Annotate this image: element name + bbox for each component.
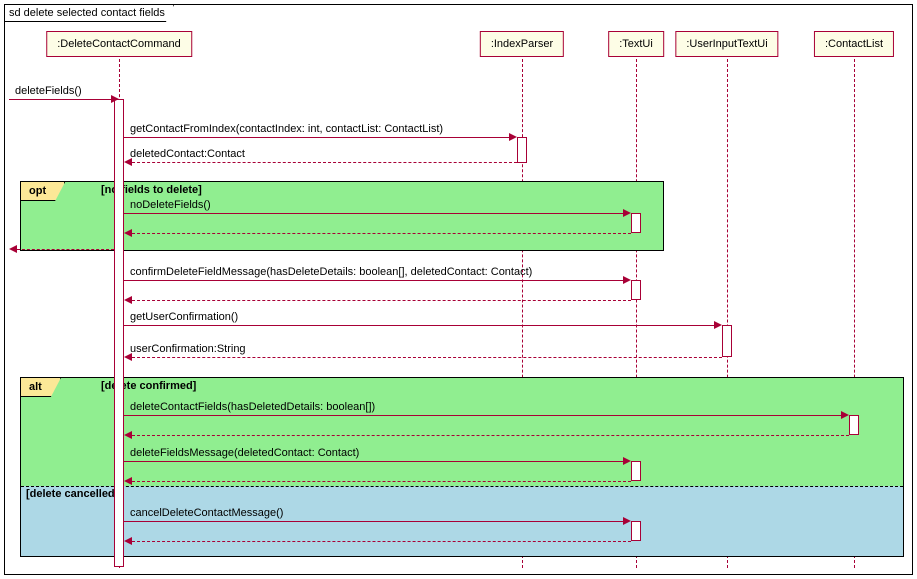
participant-delete-contact-command: :DeleteContactCommand xyxy=(46,31,192,57)
message-label: deleteFieldsMessage(deletedContact: Cont… xyxy=(128,447,361,459)
message-no-delete-fields: noDeleteFields() xyxy=(124,201,631,217)
participant-index-parser: :IndexParser xyxy=(480,31,564,57)
message-cancel-delete: cancelDeleteContactMessage() xyxy=(124,509,631,525)
message-return-deleted-contact: deletedContact:Contact xyxy=(124,150,517,166)
diagram-title: sd delete selected contact fields xyxy=(5,5,174,22)
message-return xyxy=(124,288,631,304)
message-delete-fields: deleteFields() xyxy=(9,87,119,103)
fragment-opt-label: opt xyxy=(21,182,65,201)
activation-bar xyxy=(517,137,527,163)
participant-user-input-text-ui: :UserInputTextUi xyxy=(675,31,778,57)
activation-bar xyxy=(631,521,641,541)
message-return-user-confirmation: userConfirmation:String xyxy=(124,345,722,361)
message-label: cancelDeleteContactMessage() xyxy=(128,507,285,519)
participant-text-ui: :TextUi xyxy=(608,31,664,57)
message-return-external xyxy=(9,237,114,253)
message-get-contact-from-index: getContactFromIndex(contactIndex: int, c… xyxy=(124,125,517,141)
message-return xyxy=(124,529,631,545)
message-label: deleteContactFields(hasDeletedDetails: b… xyxy=(128,401,377,413)
activation-bar xyxy=(631,461,641,481)
message-return xyxy=(124,221,631,237)
activation-bar xyxy=(631,280,641,300)
message-delete-fields-message: deleteFieldsMessage(deletedContact: Cont… xyxy=(124,449,631,465)
activation-bar xyxy=(722,325,732,357)
message-label: deleteFields() xyxy=(13,85,84,97)
message-get-user-confirmation: getUserConfirmation() xyxy=(124,313,722,329)
sequence-diagram-frame: sd delete selected contact fields :Delet… xyxy=(4,4,913,575)
message-label: getUserConfirmation() xyxy=(128,311,240,323)
message-return xyxy=(124,423,849,439)
message-label: userConfirmation:String xyxy=(128,343,248,355)
message-return xyxy=(124,469,631,485)
message-delete-contact-fields: deleteContactFields(hasDeletedDetails: b… xyxy=(124,403,849,419)
fragment-alt-guard-2: [delete cancelled] xyxy=(26,488,118,500)
message-label: deletedContact:Contact xyxy=(128,148,247,160)
message-confirm-delete-field: confirmDeleteFieldMessage(hasDeleteDetai… xyxy=(124,268,631,284)
fragment-alt-separator xyxy=(21,486,903,487)
participant-contact-list: :ContactList xyxy=(814,31,894,57)
activation-bar xyxy=(114,99,124,567)
message-label: getContactFromIndex(contactIndex: int, c… xyxy=(128,123,445,135)
message-label: noDeleteFields() xyxy=(128,199,213,211)
message-label: confirmDeleteFieldMessage(hasDeleteDetai… xyxy=(128,266,534,278)
activation-bar xyxy=(849,415,859,435)
activation-bar xyxy=(631,213,641,233)
